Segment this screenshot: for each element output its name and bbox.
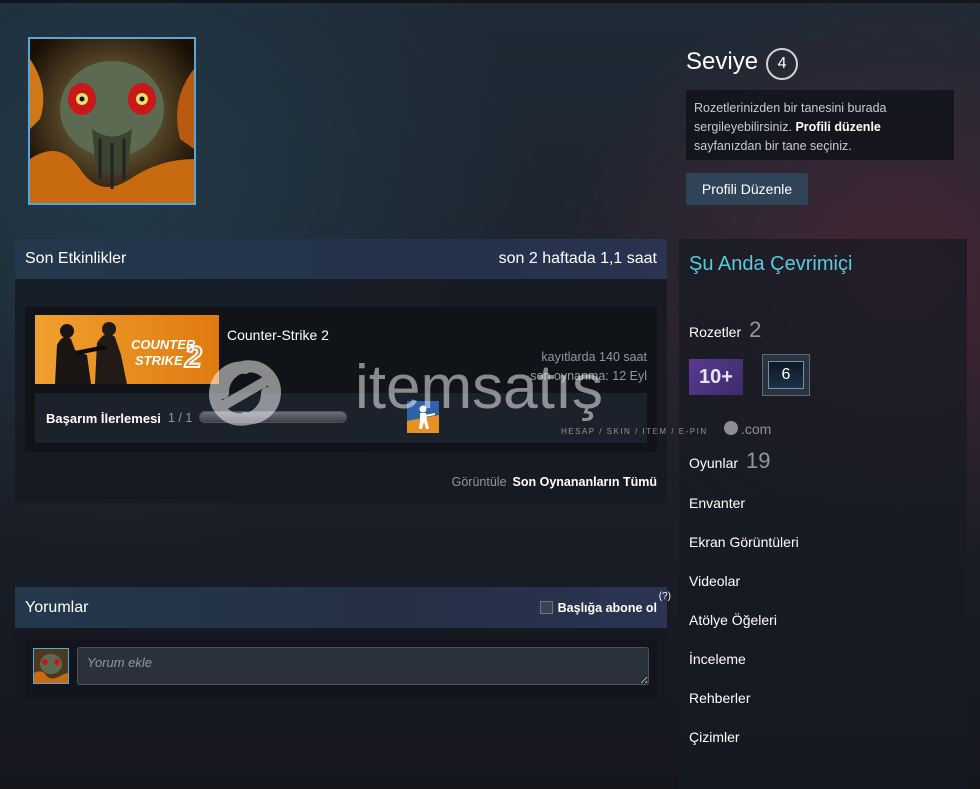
achievement-label: Başarım İlerlemesi: [46, 411, 161, 426]
subscribe-checkbox[interactable]: [539, 601, 553, 614]
profile-avatar[interactable]: [28, 37, 196, 205]
level-label: Seviye: [686, 48, 759, 75]
top-border: [0, 0, 980, 3]
comments-title: Yorumlar: [25, 598, 89, 616]
view-all-recent: Görüntüle Son Oynananların Tümü: [452, 475, 657, 489]
sidebar-item-screenshots[interactable]: Ekran Görüntüleri: [689, 534, 799, 550]
profile-sidebar: Şu Anda Çevrimiçi Rozetler 2 10+ 6 Oyunl…: [679, 239, 967, 789]
recent-activity-title: Son Etkinlikler: [25, 250, 127, 267]
badges-label: Rozetler: [689, 324, 742, 340]
sidebar-games-link[interactable]: Oyunlar 19: [689, 448, 771, 474]
sidebar-item-inventory[interactable]: Envanter: [689, 495, 745, 511]
sidebar-item-workshop[interactable]: Atölye Öğeleri: [689, 612, 777, 628]
view-all-recent-link[interactable]: Son Oynananların Tümü: [513, 475, 657, 489]
sidebar-item-artwork[interactable]: Çizimler: [689, 729, 740, 745]
recent-activity-header: Son Etkinlikler son 2 haftada 1,1 saat: [15, 239, 667, 279]
years-badge[interactable]: 10+: [689, 359, 743, 395]
capsule-text-num: 2: [184, 341, 202, 374]
sidebar-item-videos[interactable]: Videolar: [689, 573, 740, 589]
game-badge-inner: 6: [768, 361, 804, 389]
comments-header: Yorumlar Başlığa abone ol (?): [15, 587, 671, 628]
game-capsule[interactable]: COUNTER STRIKE 2: [35, 315, 219, 384]
game-capsule-art: COUNTER STRIKE 2: [35, 315, 219, 384]
level-badge: 4: [766, 48, 799, 80]
edit-profile-button[interactable]: Profili Düzenle: [686, 173, 808, 205]
game-badge[interactable]: 6: [762, 354, 810, 396]
view-all-label: Görüntüle: [451, 475, 507, 489]
badge-note-edit-link[interactable]: Profili düzenle: [795, 120, 880, 134]
achievement-count: 1 / 1: [168, 411, 193, 425]
sidebar-item-guides[interactable]: Rehberler: [689, 690, 750, 706]
game-card: COUNTER STRIKE 2 Counter-Strike 2 kayıtl…: [25, 307, 657, 452]
soldier-icon: [407, 401, 439, 433]
subscribe-thread[interactable]: Başlığa abone ol (?): [539, 591, 671, 615]
recent-activity-panel: Son Etkinlikler son 2 haftada 1,1 saat C…: [15, 239, 667, 503]
achievement-progress-track: [199, 411, 347, 423]
game-last-played: son oynanma: 12 Eyl: [530, 369, 647, 383]
comment-compose-row: [25, 640, 657, 699]
commenter-avatar-art: [34, 649, 68, 683]
game-hours-total: kayıtlarda 140 saat: [541, 350, 647, 364]
recent-activity-summary: son 2 haftada 1,1 saat: [498, 250, 657, 267]
achievement-progress-fill: [200, 412, 346, 422]
games-label: Oyunlar: [689, 455, 739, 471]
capsule-text-2: STRIKE: [135, 353, 183, 368]
badges-count: 2: [749, 317, 762, 342]
help-icon[interactable]: (?): [659, 591, 671, 602]
avatar-art: [30, 39, 194, 203]
badge-note-text-2: sayfanızdan bir tane seçiniz.: [694, 139, 852, 153]
sidebar-item-reviews[interactable]: İnceleme: [689, 651, 746, 667]
game-playtime: kayıtlarda 140 saat son oynanma: 12 Eyl: [530, 348, 647, 386]
commenter-avatar: [33, 648, 69, 684]
subscribe-label: Başlığa abone ol: [557, 600, 657, 615]
level-block: Seviye 4: [686, 44, 956, 80]
comment-input[interactable]: [77, 647, 649, 685]
games-count: 19: [746, 448, 771, 473]
online-status: Şu Anda Çevrimiçi: [689, 253, 853, 275]
game-name-link[interactable]: Counter-Strike 2: [227, 327, 329, 343]
achievement-progress-bar[interactable]: Başarım İlerlemesi 1 / 1: [35, 393, 647, 443]
comments-panel: Yorumlar Başlığa abone ol (?): [15, 587, 671, 709]
badge-showcase-note: Rozetlerinizden bir tanesini burada serg…: [686, 90, 954, 160]
sidebar-badges-link[interactable]: Rozetler 2: [689, 317, 761, 343]
achievement-icon[interactable]: [407, 401, 439, 433]
